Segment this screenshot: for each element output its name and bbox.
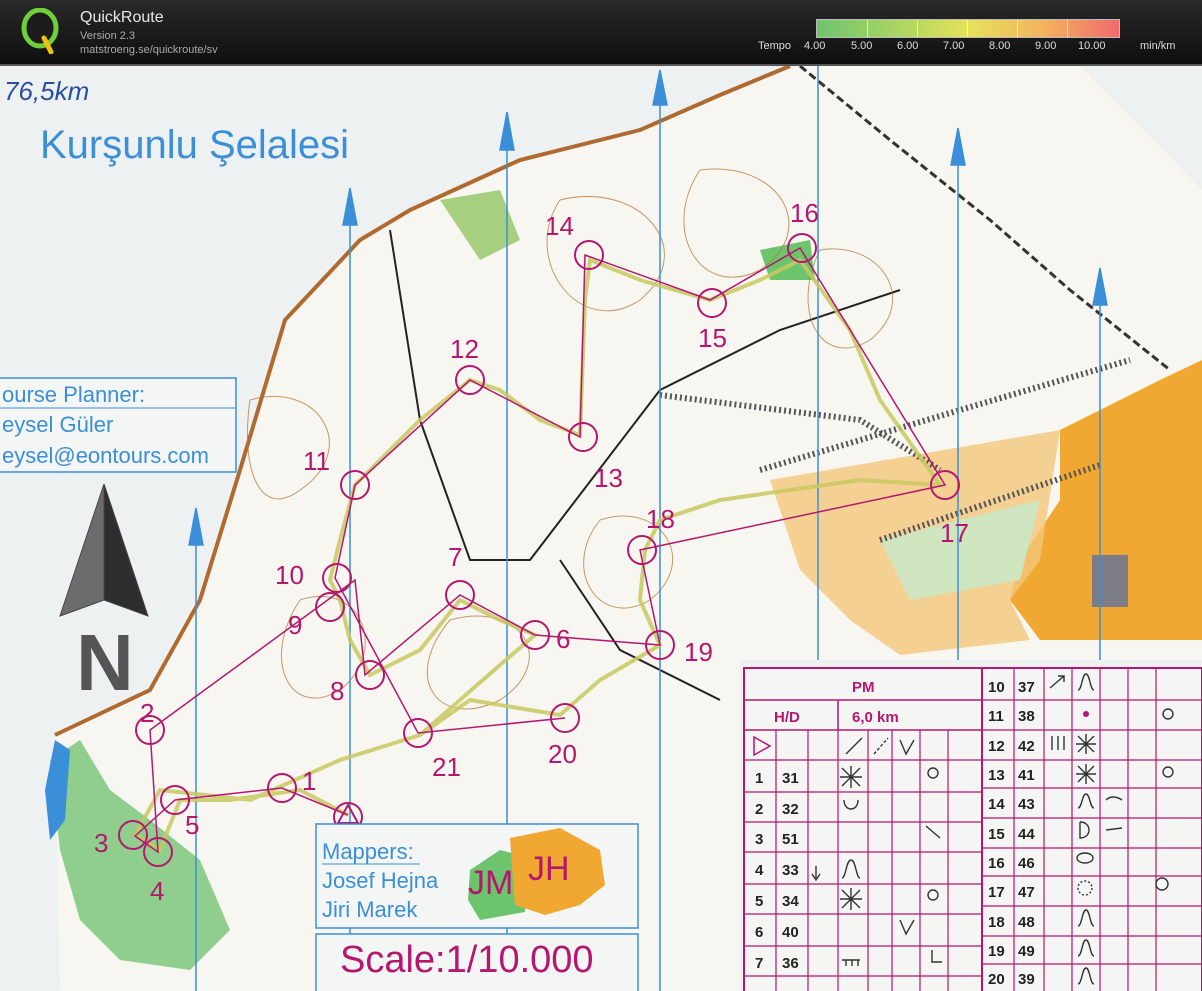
row-code: 43 [1018,796,1035,813]
row-code: 32 [782,801,799,818]
control-label: 15 [698,323,727,353]
app-url[interactable]: matstroeng.se/quickroute/sv [80,44,218,56]
row-code: 39 [1018,971,1035,988]
row-number: 3 [755,831,763,848]
tempo-tick-label: 7.00 [943,40,965,52]
tempo-tick-label: 6.00 [897,40,919,52]
row-number: 19 [988,943,1005,960]
course-planner-box: ourse Planner: eysel Güler eysel@eontour… [0,377,237,473]
row-number: 4 [755,862,764,879]
thicket-icon [840,766,862,788]
map-view[interactable]: 1 2 3 4 5 6 7 8 9 10 11 12 13 14 15 16 1… [0,66,1202,991]
planner-heading: ourse Planner: [2,382,145,407]
control-label: 9 [288,610,302,640]
mappers-box: Mappers: Josef Hejna Jiri Marek JM JH [315,823,639,929]
row-code: 31 [782,770,799,787]
thicket-icon [1076,734,1096,754]
row-code: 34 [782,893,799,910]
mapper-name: Josef Hejna [322,868,439,893]
mapper-logo-left: JM [468,864,513,902]
control-label: 16 [790,198,819,228]
row-code: 40 [782,924,799,941]
thicket-icon [840,888,862,910]
orienteering-map: 1 2 3 4 5 6 7 8 9 10 11 12 13 14 15 16 1… [0,66,1202,991]
row-number: 17 [988,884,1005,901]
row-number: 16 [988,855,1005,872]
row-number: 11 [988,708,1004,725]
mapper-name: Jiri Marek [322,897,418,922]
planner-email: eysel@eontours.com [2,443,209,468]
row-number: 13 [988,767,1005,784]
row-number: 14 [988,796,1005,813]
row-code: 46 [1018,855,1035,872]
tempo-tick-label: 5.00 [851,40,873,52]
tempo-unit: min/km [1140,40,1176,52]
control-label: 19 [684,637,713,667]
building [1092,555,1128,607]
tempo-label: Tempo [758,40,792,52]
app-name: QuickRoute [80,9,164,26]
tempo-tick-label: 8.00 [989,40,1011,52]
row-number: 12 [988,738,1005,755]
control-label: 6 [556,624,570,654]
row-number: 2 [755,801,763,818]
row-number: 10 [988,679,1005,696]
control-label: 14 [545,211,574,241]
control-label: 18 [646,504,675,534]
handwritten-note: 76,5km [4,76,89,106]
tempo-tick-label: 4.00 [804,40,826,52]
row-number: 20 [988,971,1005,988]
app-version: Version 2.3 [80,30,136,42]
control-label: 5 [185,810,199,840]
control-label: 20 [548,739,577,769]
scale-box: Scale:1/10.000 [315,933,639,991]
control-label: 7 [448,542,462,572]
planner-name: eysel Güler [2,412,113,437]
row-number: 15 [988,826,1005,843]
control-label: 10 [275,560,304,590]
row-number: 18 [988,914,1005,931]
dot-icon [1083,711,1089,717]
sheet-category: H/D [774,709,800,726]
row-code: 44 [1018,826,1035,843]
thicket-icon [1076,764,1096,784]
sheet-length: 6,0 km [852,709,899,726]
row-code: 42 [1018,738,1035,755]
control-label: 13 [594,463,623,493]
control-label: 4 [150,876,164,906]
quickroute-logo-icon [21,8,59,54]
mapper-logo-right: JH [528,850,570,888]
row-code: 48 [1018,914,1035,931]
row-number: 6 [755,924,763,941]
row-number: 7 [755,955,763,972]
tempo-tick-label: 9.00 [1035,40,1057,52]
row-number: 1 [755,770,763,787]
row-code: 38 [1018,708,1035,725]
tempo-tick-label: 10.00 [1078,40,1106,52]
control-label: 1 [302,766,316,796]
control-description-sheet: PM H/D 6,0 km 1 31 2 32 3 51 4 33 5 34 6… [743,667,1202,991]
row-code: 33 [782,862,799,879]
control-label: 11 [303,446,330,476]
app-header: QuickRoute Version 2.3 matstroeng.se/qui… [0,0,1202,66]
control-label: 2 [140,698,154,728]
sheet-class: PM [852,679,875,696]
row-number: 5 [755,893,763,910]
control-label: 17 [940,518,969,548]
control-label: 3 [94,828,108,858]
control-label: 21 [432,752,461,782]
row-code: 47 [1018,884,1035,901]
row-code: 51 [782,831,799,848]
north-letter: N [76,618,134,707]
map-scale: Scale:1/10.000 [340,939,594,981]
control-label: 8 [330,676,344,706]
map-title: Kurşunlu Şelalesi [40,123,349,167]
row-code: 36 [782,955,799,972]
row-code: 37 [1018,679,1035,696]
row-code: 49 [1018,943,1035,960]
row-code: 41 [1018,767,1035,784]
tempo-color-scale [816,19,1120,38]
control-label: 12 [450,334,479,364]
mappers-heading: Mappers: [322,839,414,864]
